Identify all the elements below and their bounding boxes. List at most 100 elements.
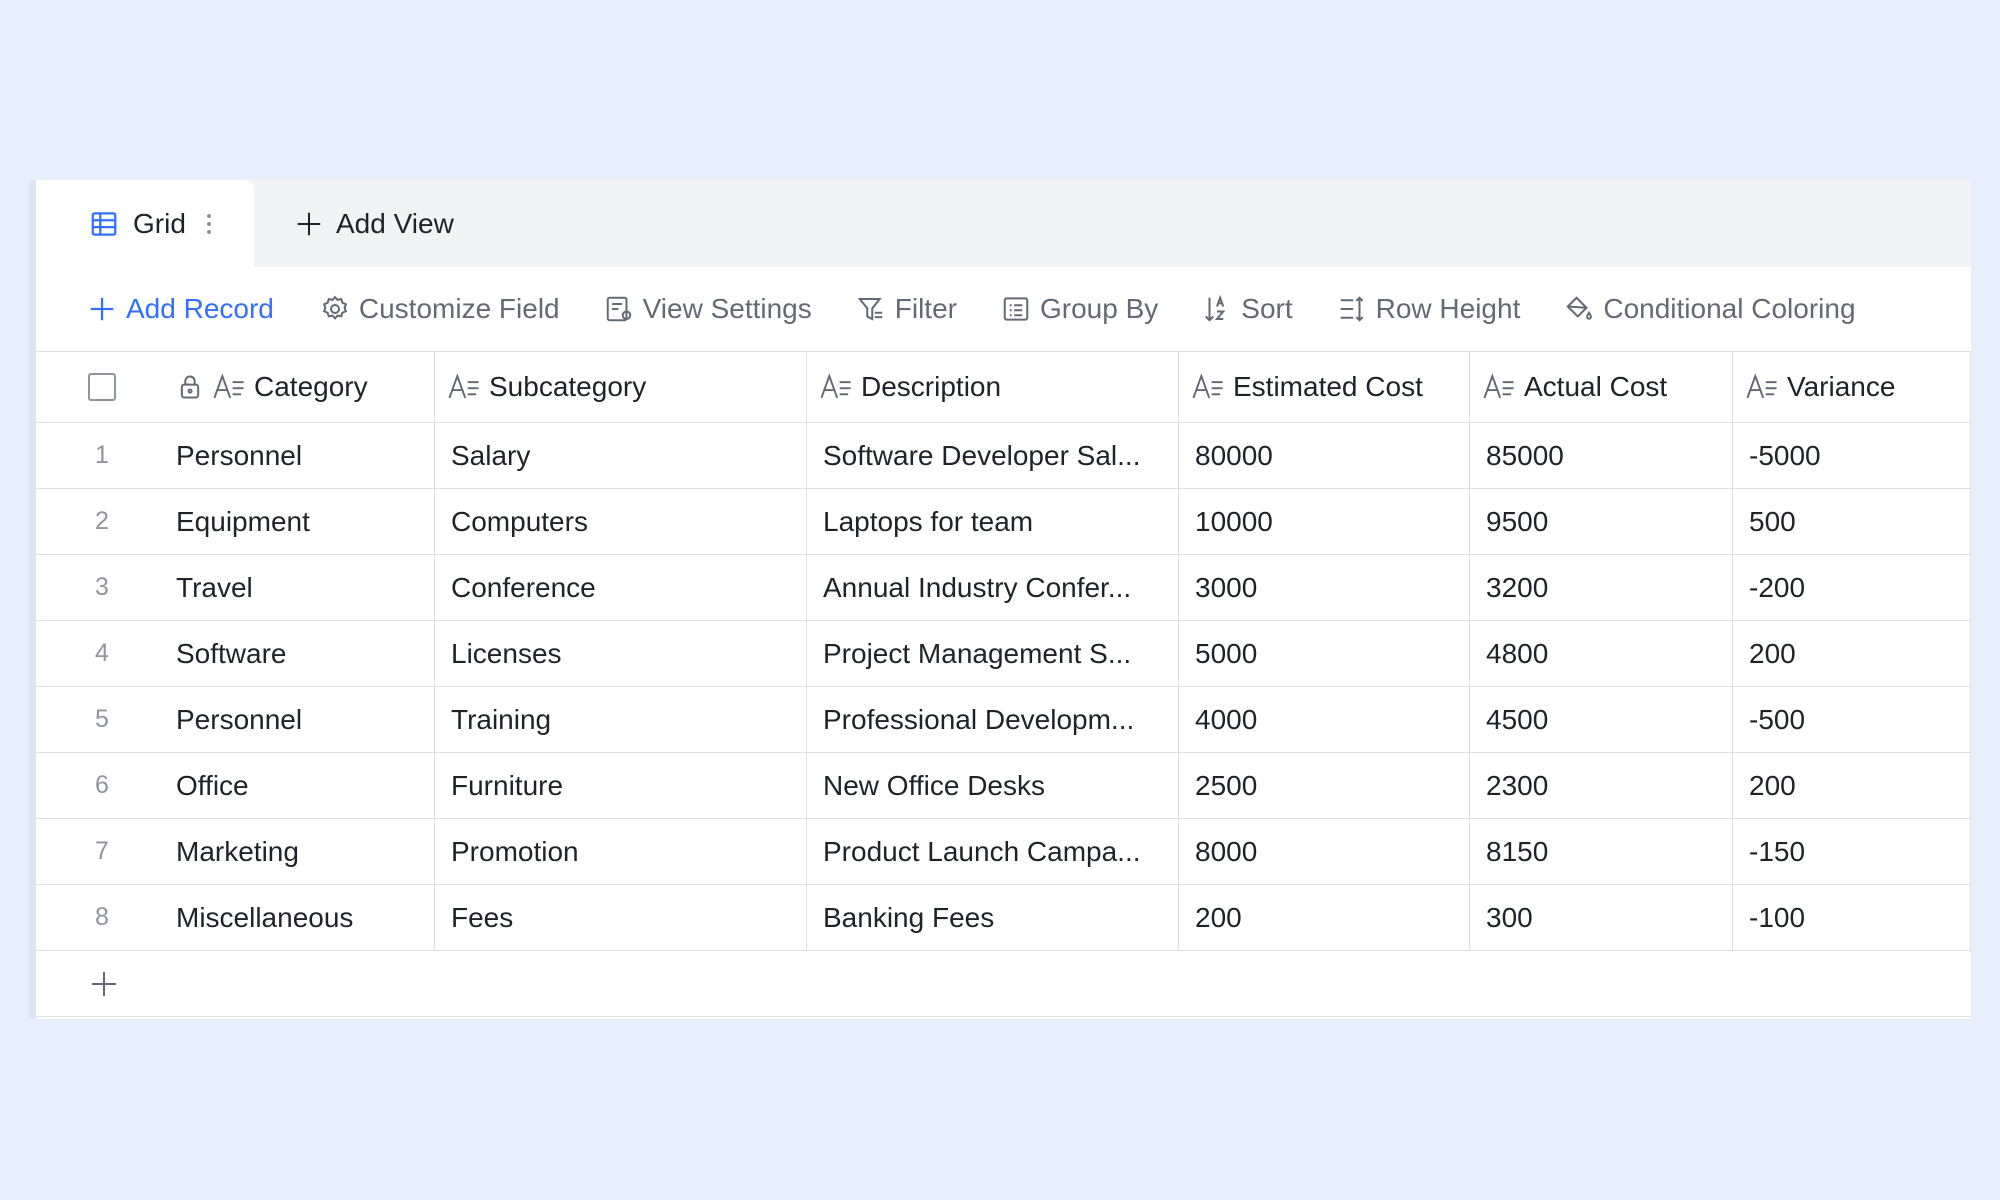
- cell-actual-cost[interactable]: 2300: [1469, 753, 1732, 818]
- cell-category[interactable]: Miscellaneous: [176, 885, 434, 950]
- row-height-label: Row Height: [1375, 293, 1521, 324]
- cell-variance[interactable]: 500: [1732, 489, 1969, 554]
- plus-icon: [297, 212, 321, 235]
- table-row[interactable]: 7 Marketing Promotion Product Launch Cam…: [36, 819, 1971, 885]
- cell-category[interactable]: Office: [176, 753, 434, 818]
- row-index: 3: [95, 573, 109, 601]
- cell-estimated-cost[interactable]: 5000: [1178, 621, 1469, 686]
- cell-actual-cost[interactable]: 4800: [1469, 621, 1732, 686]
- column-header-estimated-cost[interactable]: Estimated Cost: [1178, 352, 1469, 422]
- select-all-cell: [36, 352, 176, 422]
- cell-subcategory[interactable]: Salary: [434, 423, 806, 488]
- plus-icon: [90, 297, 114, 321]
- column-header-subcategory[interactable]: Subcategory: [434, 352, 806, 422]
- cell-subcategory[interactable]: Furniture: [434, 753, 806, 818]
- cell-category[interactable]: Travel: [176, 555, 434, 620]
- cell-subcategory[interactable]: Promotion: [434, 819, 806, 884]
- row-index: 4: [95, 639, 109, 667]
- view-tab-bar: Grid Add View: [36, 180, 1971, 267]
- cell-actual-cost[interactable]: 8150: [1469, 819, 1732, 884]
- cell-variance[interactable]: -5000: [1732, 423, 1969, 488]
- table-row[interactable]: 8 Miscellaneous Fees Banking Fees 200 30…: [36, 885, 1971, 951]
- cell-category[interactable]: Personnel: [176, 687, 434, 752]
- cell-description[interactable]: Annual Industry Confer...: [806, 555, 1178, 620]
- cell-actual-cost[interactable]: 300: [1469, 885, 1732, 950]
- cell-subcategory[interactable]: Computers: [434, 489, 806, 554]
- cell-actual-cost[interactable]: 4500: [1469, 687, 1732, 752]
- add-row-button[interactable]: [36, 951, 1971, 1017]
- plus-icon: [92, 971, 116, 996]
- cell-description[interactable]: Software Developer Sal...: [806, 423, 1178, 488]
- cell-estimated-cost[interactable]: 4000: [1178, 687, 1469, 752]
- select-all-checkbox[interactable]: [88, 373, 116, 401]
- cell-variance[interactable]: -150: [1732, 819, 1969, 884]
- cell-description[interactable]: Product Launch Campa...: [806, 819, 1178, 884]
- add-record-button[interactable]: Add Record: [87, 293, 274, 325]
- text-field-icon: [820, 373, 851, 399]
- cell-description[interactable]: Project Management S...: [806, 621, 1178, 686]
- more-options-icon[interactable]: [206, 213, 212, 234]
- cell-variance[interactable]: 200: [1732, 753, 1969, 818]
- cell-estimated-cost[interactable]: 2500: [1178, 753, 1469, 818]
- cell-subcategory[interactable]: Conference: [434, 555, 806, 620]
- column-header-variance[interactable]: Variance: [1732, 352, 1969, 422]
- column-header-actual-cost[interactable]: Actual Cost: [1469, 352, 1732, 422]
- column-header-actual-cost-label: Actual Cost: [1524, 371, 1668, 402]
- cell-actual-cost[interactable]: 85000: [1469, 423, 1732, 488]
- cell-description[interactable]: New Office Desks: [806, 753, 1178, 818]
- cell-variance[interactable]: 200: [1732, 621, 1969, 686]
- add-view-button[interactable]: Add View: [294, 180, 454, 267]
- table-row[interactable]: 6 Office Furniture New Office Desks 2500…: [36, 753, 1971, 819]
- text-field-icon: [1746, 373, 1777, 399]
- conditional-coloring-button[interactable]: Conditional Coloring: [1564, 293, 1856, 325]
- cell-estimated-cost[interactable]: 200: [1178, 885, 1469, 950]
- row-index: 1: [95, 441, 109, 469]
- text-field-icon: [1483, 373, 1514, 399]
- row-height-button[interactable]: Row Height: [1337, 293, 1521, 325]
- cell-variance[interactable]: -100: [1732, 885, 1969, 950]
- group-by-button[interactable]: Group By: [1001, 293, 1158, 325]
- column-header-description[interactable]: Description: [806, 352, 1178, 422]
- cell-estimated-cost[interactable]: 80000: [1178, 423, 1469, 488]
- customize-field-button[interactable]: Customize Field: [320, 293, 560, 325]
- table-row[interactable]: 1 Personnel Salary Software Developer Sa…: [36, 423, 1971, 489]
- group-by-label: Group By: [1039, 293, 1159, 324]
- table-row[interactable]: 2 Equipment Computers Laptops for team 1…: [36, 489, 1971, 555]
- column-header-variance-label: Variance: [1787, 371, 1896, 402]
- cell-subcategory[interactable]: Training: [434, 687, 806, 752]
- tab-grid[interactable]: Grid: [36, 180, 254, 267]
- cell-estimated-cost[interactable]: 10000: [1178, 489, 1469, 554]
- cell-actual-cost[interactable]: 9500: [1469, 489, 1732, 554]
- cell-variance[interactable]: -200: [1732, 555, 1969, 620]
- cell-description[interactable]: Professional Developm...: [806, 687, 1178, 752]
- group-by-icon: [1003, 297, 1029, 321]
- cell-description[interactable]: Laptops for team: [806, 489, 1178, 554]
- cell-category[interactable]: Software: [176, 621, 434, 686]
- table-row[interactable]: 3 Travel Conference Annual Industry Conf…: [36, 555, 1971, 621]
- row-index: 7: [95, 837, 109, 865]
- column-header-description-label: Description: [861, 371, 1002, 402]
- sort-icon: [1205, 294, 1226, 322]
- column-header-category[interactable]: Category: [176, 352, 434, 422]
- cell-category[interactable]: Equipment: [176, 489, 434, 554]
- cell-actual-cost[interactable]: 3200: [1469, 555, 1732, 620]
- sort-button[interactable]: Sort: [1202, 293, 1293, 325]
- view-settings-button[interactable]: View Settings: [604, 293, 812, 325]
- row-index: 5: [95, 705, 109, 733]
- filter-icon: [857, 298, 882, 321]
- row-index: 8: [95, 903, 109, 931]
- filter-button[interactable]: Filter: [856, 293, 957, 325]
- cell-category[interactable]: Marketing: [176, 819, 434, 884]
- view-settings-icon: [606, 296, 631, 322]
- cell-estimated-cost[interactable]: 8000: [1178, 819, 1469, 884]
- grid-table-icon: [91, 211, 117, 236]
- table-row[interactable]: 5 Personnel Training Professional Develo…: [36, 687, 1971, 753]
- cell-subcategory[interactable]: Fees: [434, 885, 806, 950]
- cell-variance[interactable]: -500: [1732, 687, 1969, 752]
- grid-header-row: Category Subcategory Description Estimat…: [36, 352, 1971, 423]
- cell-estimated-cost[interactable]: 3000: [1178, 555, 1469, 620]
- table-row[interactable]: 4 Software Licenses Project Management S…: [36, 621, 1971, 687]
- cell-subcategory[interactable]: Licenses: [434, 621, 806, 686]
- cell-description[interactable]: Banking Fees: [806, 885, 1178, 950]
- cell-category[interactable]: Personnel: [176, 423, 434, 488]
